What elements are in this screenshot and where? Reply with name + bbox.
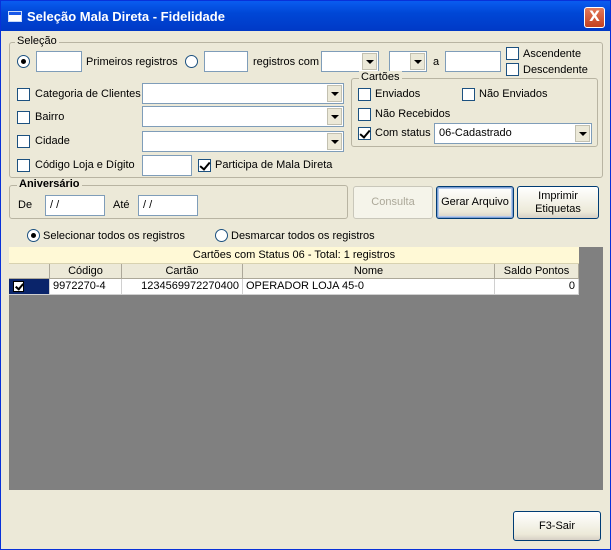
aniversario-legend: Aniversário (17, 178, 82, 190)
chevron-down-icon[interactable] (327, 133, 342, 150)
grid-header-nome[interactable]: Nome (243, 264, 495, 279)
primeiros-label: Primeiros registros (86, 56, 178, 68)
chevron-down-icon[interactable] (327, 85, 342, 102)
categoria-combo[interactable] (142, 83, 344, 104)
chevron-down-icon[interactable] (575, 125, 590, 142)
row-cartao[interactable]: 1234569972270400 (122, 279, 243, 295)
row-codigo[interactable]: 9972270-4 (50, 279, 122, 295)
nao-enviados-checkbox[interactable] (462, 88, 475, 101)
selecionar-todos-radio[interactable] (27, 229, 40, 242)
consulta-button[interactable]: Consulta (353, 186, 433, 219)
enviados-checkbox[interactable] (358, 88, 371, 101)
records-grid[interactable]: Cartões com Status 06 - Total: 1 registr… (9, 247, 603, 490)
close-button[interactable]: X (584, 7, 605, 28)
imprimir-etiquetas-button[interactable]: Imprimir Etiquetas (517, 186, 599, 219)
cartoes-legend: Cartões (359, 71, 402, 83)
ascendente-checkbox[interactable] (506, 47, 519, 60)
nao-recebidos-label: Não Recebidos (375, 108, 451, 120)
codigo-loja-label: Código Loja e Dígito (35, 159, 135, 171)
status-value: 06-Cadastrado (439, 127, 512, 139)
bairro-combo[interactable] (142, 106, 344, 127)
a-input[interactable] (445, 51, 501, 72)
row-saldo[interactable]: 0 (495, 279, 579, 295)
participa-checkbox[interactable] (198, 159, 211, 172)
registros-com-label: registros com (253, 56, 320, 68)
de-date-input[interactable]: / / (45, 195, 105, 216)
selecionar-todos-label: Selecionar todos os registros (43, 230, 185, 242)
row-nome[interactable]: OPERADOR LOJA 45-0 (243, 279, 495, 295)
codigo-loja-checkbox[interactable] (17, 159, 30, 172)
grid-header-saldo[interactable]: Saldo Pontos (495, 264, 579, 279)
registros-field-combo[interactable] (321, 51, 379, 72)
imprimir-label: Imprimir (538, 189, 578, 202)
categoria-label: Categoria de Clientes (35, 88, 141, 100)
status-combo[interactable]: 06-Cadastrado (434, 123, 592, 144)
gerar-arquivo-button[interactable]: Gerar Arquivo (436, 186, 514, 219)
descendente-label: Descendente (523, 64, 588, 76)
grid-header-codigo[interactable]: Código (50, 264, 122, 279)
descendente-checkbox[interactable] (506, 63, 519, 76)
window-icon (8, 11, 22, 22)
grid-header-cartao[interactable]: Cartão (122, 264, 243, 279)
cidade-checkbox[interactable] (17, 135, 30, 148)
ate-date-input[interactable]: / / (138, 195, 198, 216)
grid-caption: Cartões com Status 06 - Total: 1 registr… (9, 247, 579, 264)
row-checkbox[interactable] (13, 281, 24, 292)
de-label: De (18, 199, 33, 211)
nao-enviados-label: Não Enviados (479, 88, 548, 100)
sair-button[interactable]: F3-Sair (513, 511, 601, 541)
com-status-label: Com status (375, 127, 431, 139)
primeiros-input[interactable] (36, 51, 82, 72)
participa-label: Participa de Mala Direta (215, 159, 333, 171)
chevron-down-icon[interactable] (362, 53, 377, 70)
window-title: Seleção Mala Direta - Fidelidade (27, 9, 225, 24)
enviados-label: Enviados (375, 88, 421, 100)
chevron-down-icon[interactable] (410, 53, 425, 70)
registros-com-input[interactable] (204, 51, 248, 72)
bairro-label: Bairro (35, 111, 65, 123)
registros-com-radio[interactable] (185, 55, 198, 68)
etiquetas-label: Etiquetas (535, 202, 581, 215)
desmarcar-todos-radio[interactable] (215, 229, 228, 242)
codigo-loja-input[interactable] (142, 155, 192, 176)
row-select-cell[interactable] (9, 279, 50, 295)
ate-label: Até (113, 199, 130, 211)
nao-recebidos-checkbox[interactable] (358, 108, 371, 121)
chevron-down-icon[interactable] (327, 108, 342, 125)
main-window: Seleção Mala Direta - Fidelidade X Seleç… (0, 0, 611, 550)
cidade-label: Cidade (35, 135, 70, 147)
cidade-combo[interactable] (142, 131, 344, 152)
selecao-legend: Seleção (15, 35, 59, 47)
a-label: a (433, 56, 440, 68)
categoria-checkbox[interactable] (17, 88, 30, 101)
primeiros-radio[interactable] (17, 55, 30, 68)
bairro-checkbox[interactable] (17, 111, 30, 124)
title-bar: Seleção Mala Direta - Fidelidade X (1, 1, 610, 31)
desmarcar-todos-label: Desmarcar todos os registros (231, 230, 375, 242)
registros-operator-combo[interactable] (389, 51, 427, 72)
com-status-checkbox[interactable] (358, 127, 371, 140)
grid-header-select[interactable] (9, 264, 50, 279)
ascendente-label: Ascendente (523, 48, 582, 60)
